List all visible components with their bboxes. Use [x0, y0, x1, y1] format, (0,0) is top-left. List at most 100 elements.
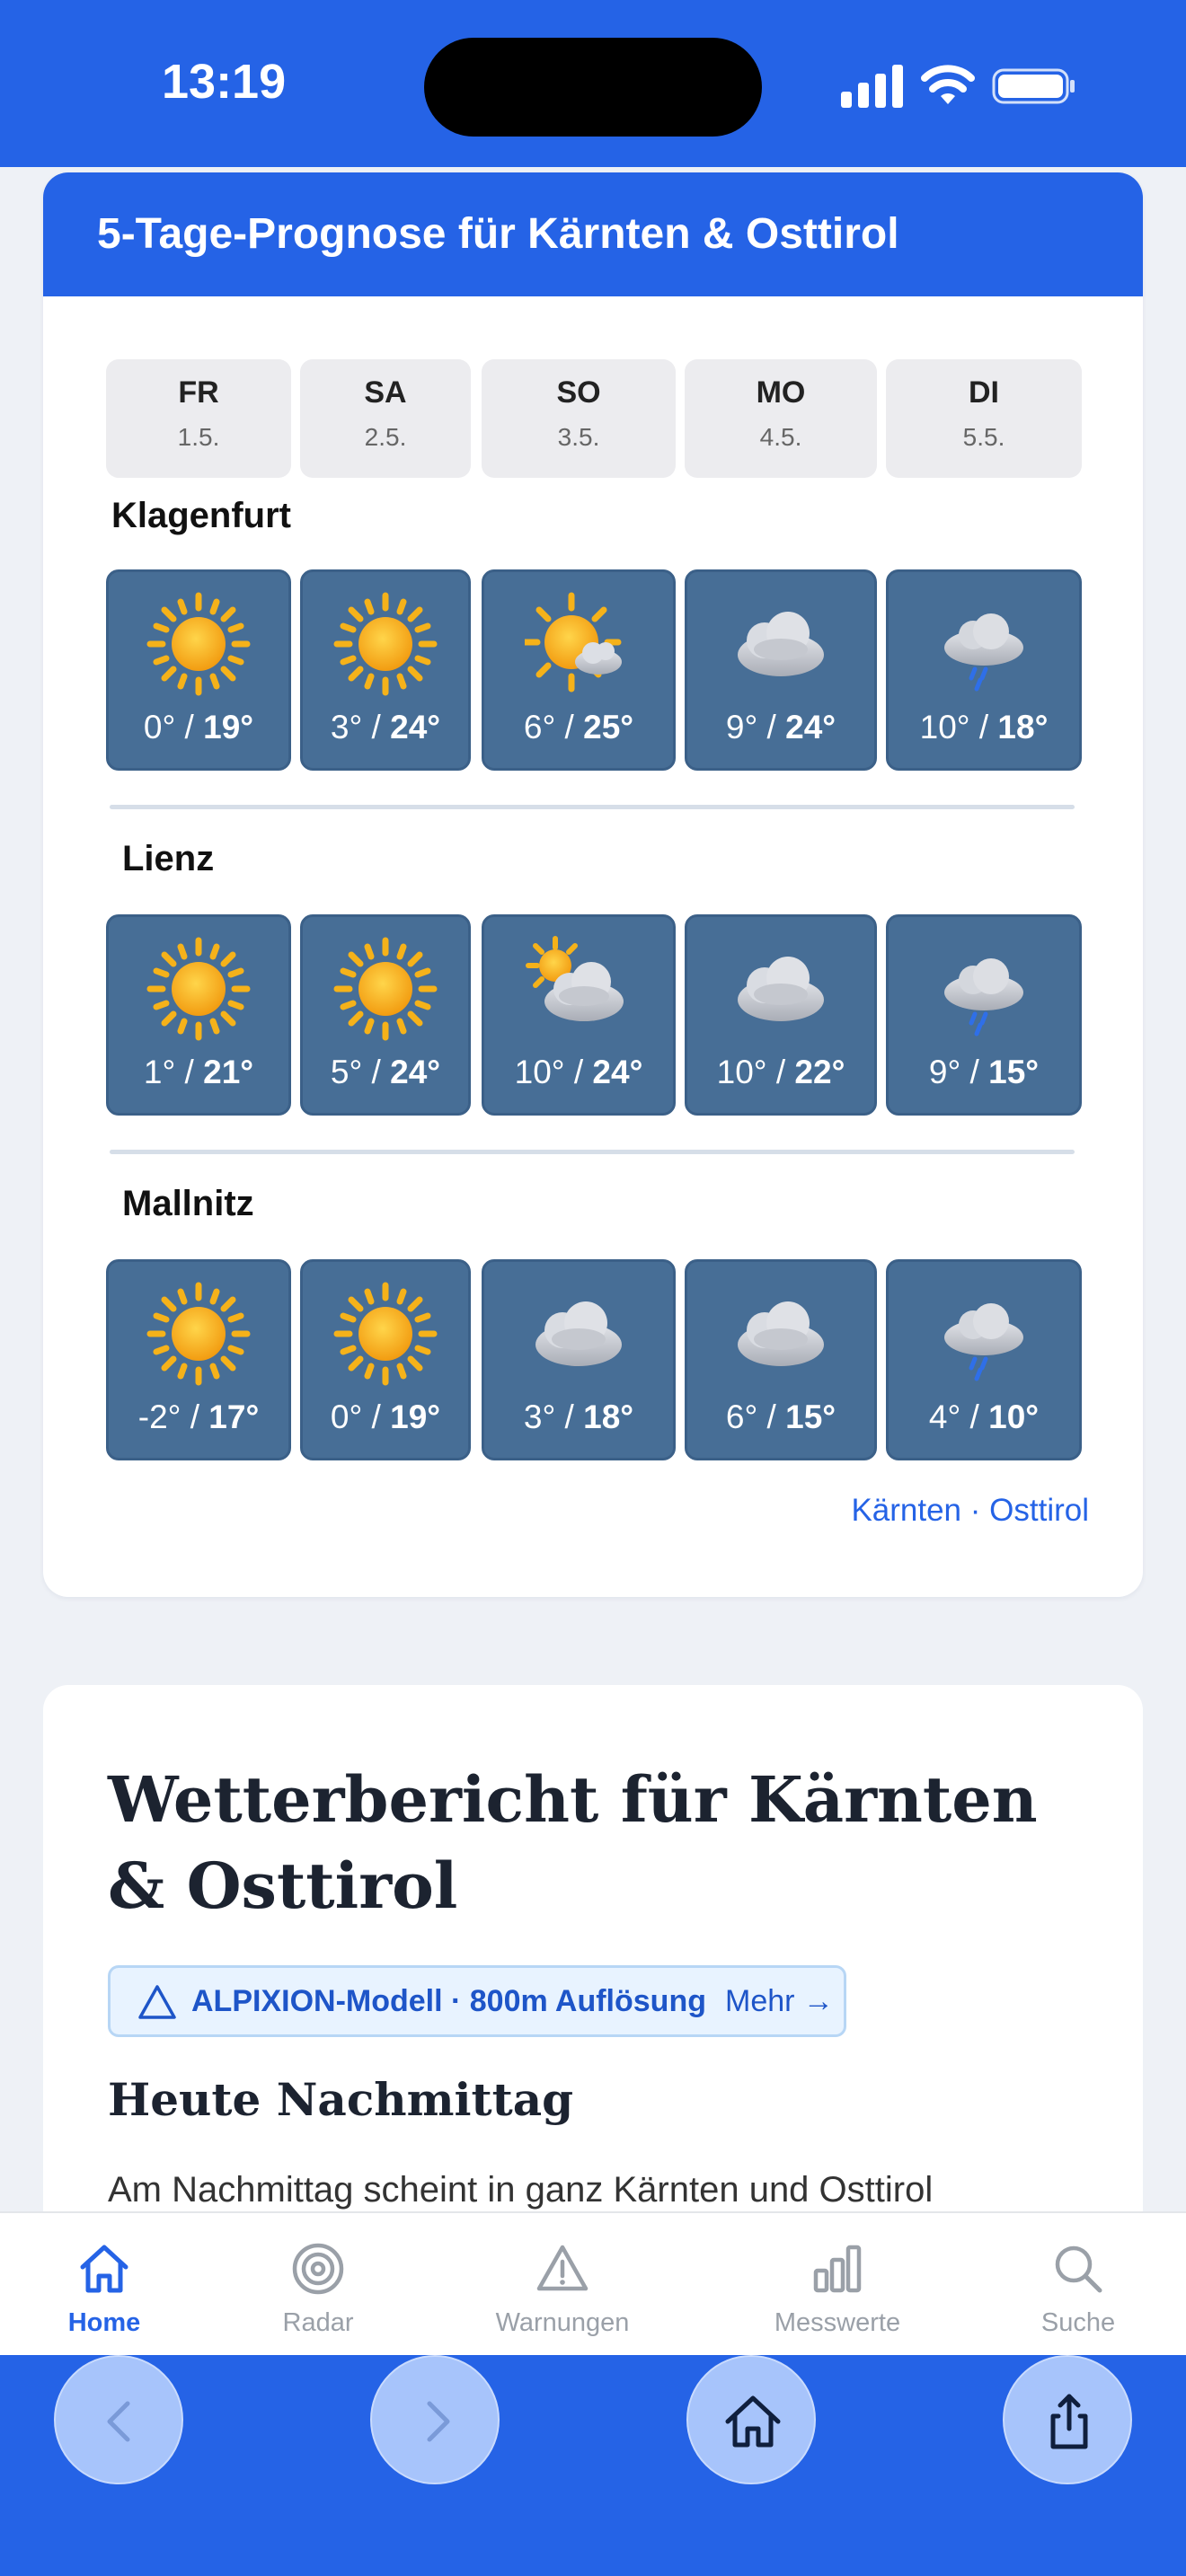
link-kaernten[interactable]: Kärnten: [851, 1493, 961, 1528]
divider: [110, 805, 1075, 809]
forecast-title: 5-Tage-Prognose für Kärnten & Osttirol: [43, 172, 1143, 296]
tab-label: Warnungen: [495, 2308, 630, 2337]
temperature: 4° / 10°: [928, 1398, 1040, 1435]
temperature: 9° / 24°: [725, 709, 836, 745]
tab-label: Radar: [282, 2308, 354, 2337]
home-button[interactable]: [686, 2355, 816, 2484]
cloud-icon: [738, 1301, 824, 1366]
wifi-icon: [921, 65, 975, 104]
chevron-left-icon: [107, 2401, 130, 2442]
tab-label: Messwerte: [774, 2308, 901, 2337]
sun-icon: [146, 1282, 251, 1386]
cellular-signal-icon: [841, 65, 903, 108]
day-name: MO: [756, 375, 806, 410]
city-name: Lienz: [122, 839, 215, 878]
forecast-cell[interactable]: 6° / 25°: [482, 569, 676, 771]
battery-icon: [992, 68, 1075, 104]
sun-icon: [333, 937, 438, 1041]
forecast-cell[interactable]: 10° / 24°: [482, 914, 676, 1116]
cloud-icon: [738, 612, 824, 676]
temperature: 0° / 19°: [143, 709, 254, 745]
tab-messwerte[interactable]: Messwerte: [730, 2213, 945, 2357]
report-title: Wetterbericht für Kärnten & Osttirol: [108, 1762, 1038, 1923]
tab-radar[interactable]: Radar: [210, 2213, 426, 2357]
forecast-cell[interactable]: 0° / 19°: [300, 1259, 471, 1460]
cloud-icon: [535, 1301, 622, 1366]
model-badge[interactable]: ALPIXION-Modell · 800m Auflösung Mehr →: [108, 1965, 846, 2037]
tab-suche[interactable]: Suche: [970, 2213, 1186, 2357]
sun-icon: [333, 592, 438, 696]
sun-icon: [333, 1282, 438, 1386]
temperature: 3° / 18°: [523, 1398, 634, 1435]
temperature: 10° / 18°: [919, 709, 1049, 745]
rain-cloud-icon: [944, 613, 1023, 692]
rain-cloud-icon: [944, 958, 1023, 1037]
dynamic-island: [424, 38, 762, 137]
day-header: SO 3.5.: [482, 359, 676, 478]
day-date: 3.5.: [557, 423, 600, 451]
tab-label: Suche: [1040, 2308, 1116, 2337]
divider: [110, 1150, 1075, 1154]
temperature: 10° / 24°: [514, 1054, 643, 1090]
forecast-card: 5-Tage-Prognose für Kärnten & Osttirol F…: [43, 172, 1143, 1597]
browser-toolbar: [0, 2355, 1186, 2576]
forecast-cell[interactable]: 0° / 19°: [106, 569, 291, 771]
temperature: 1° / 21°: [143, 1054, 254, 1090]
day-name: FR: [178, 375, 219, 410]
day-header: DI 5.5.: [886, 359, 1082, 478]
day-date: 1.5.: [177, 423, 220, 451]
model-badge-text: ALPIXION-Modell · 800m Auflösung: [191, 1984, 706, 2018]
status-bar: 13:19: [0, 0, 1186, 167]
forecast-cell[interactable]: 5° / 24°: [300, 914, 471, 1116]
temperature: 6° / 25°: [523, 709, 634, 745]
sun-small-cloud-icon: [525, 592, 622, 693]
report-text: Am Nachmittag scheint in ganz Kärnten un…: [108, 2170, 934, 2210]
tab-bar: Home Radar Warnungen Messwerte Suche: [0, 2211, 1186, 2355]
link-separator: ·: [961, 1493, 990, 1528]
day-header: MO 4.5.: [685, 359, 877, 478]
tab-label: Home: [67, 2308, 141, 2337]
sun-icon: [146, 592, 251, 696]
status-time: 13:19: [162, 55, 287, 109]
forecast-cell[interactable]: 10° / 22°: [685, 914, 877, 1116]
city-name: Klagenfurt: [111, 496, 291, 535]
day-header: SA 2.5.: [300, 359, 471, 478]
home-icon: [725, 2395, 781, 2448]
forecast-cell[interactable]: 10° / 18°: [886, 569, 1082, 771]
temperature: 9° / 15°: [928, 1054, 1040, 1090]
day-date: 4.5.: [759, 423, 802, 451]
temperature: 5° / 24°: [330, 1054, 441, 1090]
cloud-sun-icon: [526, 936, 624, 1021]
chevron-right-icon: [427, 2401, 450, 2442]
link-osttirol[interactable]: Osttirol: [989, 1493, 1089, 1528]
day-name: SO: [556, 375, 601, 410]
cloud-icon: [738, 957, 824, 1021]
forecast-cell[interactable]: 9° / 24°: [685, 569, 877, 771]
day-date: 2.5.: [364, 423, 407, 451]
search-icon: [1055, 2245, 1102, 2293]
forecast-cell[interactable]: 4° / 10°: [886, 1259, 1082, 1460]
back-button[interactable]: [54, 2355, 183, 2484]
warning-icon: [536, 2245, 589, 2291]
forecast-cell[interactable]: 1° / 21°: [106, 914, 291, 1116]
forecast-cell[interactable]: 3° / 18°: [482, 1259, 676, 1460]
forecast-cell[interactable]: 3° / 24°: [300, 569, 471, 771]
rain-cloud-icon: [944, 1303, 1023, 1381]
city-name: Mallnitz: [122, 1184, 254, 1223]
tab-home[interactable]: Home: [0, 2213, 212, 2357]
forward-button[interactable]: [370, 2355, 500, 2484]
share-button[interactable]: [1003, 2355, 1132, 2484]
temperature: -2° / 17°: [137, 1398, 260, 1435]
forecast-cell[interactable]: 9° / 15°: [886, 914, 1082, 1116]
forecast-cell[interactable]: 6° / 15°: [685, 1259, 877, 1460]
home-icon: [80, 2245, 128, 2293]
warning-triangle-icon: [138, 1985, 176, 2019]
model-more-link[interactable]: Mehr →: [725, 1984, 834, 2019]
day-name: SA: [364, 375, 407, 410]
temperature: 3° / 24°: [330, 709, 441, 745]
temperature: 6° / 15°: [725, 1398, 836, 1435]
tab-warnungen[interactable]: Warnungen: [455, 2213, 670, 2357]
day-header: FR 1.5.: [106, 359, 291, 478]
section-title: Heute Nachmittag: [108, 2073, 574, 2126]
forecast-cell[interactable]: -2° / 17°: [106, 1259, 291, 1460]
